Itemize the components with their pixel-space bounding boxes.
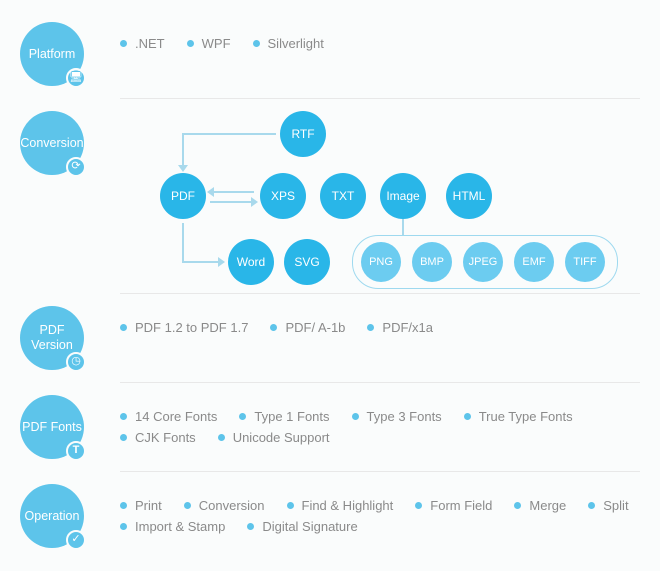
- bullet-icon: [514, 502, 521, 509]
- badge-label: Conversion: [20, 136, 83, 151]
- bullet-icon: [239, 413, 246, 420]
- badge-label: PDF Version: [20, 323, 84, 353]
- node-png: PNG: [361, 242, 401, 282]
- badge-operation: Operation ✓: [20, 484, 84, 548]
- node-image: Image: [380, 173, 426, 219]
- arrow-line: [182, 261, 220, 263]
- fonts-tags: 14 Core Fonts Type 1 Fonts Type 3 Fonts …: [120, 395, 640, 445]
- bullet-icon: [120, 413, 127, 420]
- arrow-head-icon: [178, 165, 188, 172]
- bullet-icon: [270, 324, 277, 331]
- monitor-icon: 🖥: [66, 68, 86, 88]
- badge-label: PDF Fonts: [22, 420, 82, 435]
- node-jpeg: JPEG: [463, 242, 503, 282]
- bullet-icon: [187, 40, 194, 47]
- text-icon: T: [66, 441, 86, 461]
- tag: True Type Fonts: [464, 409, 573, 424]
- node-word: Word: [228, 239, 274, 285]
- operation-tags: Print Conversion Find & Highlight Form F…: [120, 484, 640, 534]
- node-tiff: TIFF: [565, 242, 605, 282]
- conversion-diagram: PDF RTF XPS TXT Image HTML Word SVG PNG …: [120, 111, 640, 281]
- arrow-line: [210, 201, 254, 203]
- badge-label: Platform: [29, 47, 76, 62]
- tag: Unicode Support: [218, 430, 330, 445]
- tag: WPF: [187, 36, 231, 51]
- section-conversion: Conversion ⟳ PDF RTF XPS TXT Image HTML …: [0, 99, 660, 293]
- tag: PDF/ A-1b: [270, 320, 345, 335]
- tag: Print: [120, 498, 162, 513]
- bullet-icon: [120, 324, 127, 331]
- bullet-icon: [588, 502, 595, 509]
- bullet-icon: [247, 523, 254, 530]
- tag: Merge: [514, 498, 566, 513]
- bullet-icon: [287, 502, 294, 509]
- clock-icon: ◷: [66, 352, 86, 372]
- bullet-icon: [218, 434, 225, 441]
- badge-conversion: Conversion ⟳: [20, 111, 84, 175]
- bullet-icon: [120, 40, 127, 47]
- bullet-icon: [415, 502, 422, 509]
- tag: Find & Highlight: [287, 498, 394, 513]
- section-version: PDF Version ◷ PDF 1.2 to PDF 1.7 PDF/ A-…: [0, 294, 660, 382]
- platform-tags: .NET WPF Silverlight: [120, 22, 640, 51]
- arrow-line: [182, 133, 276, 135]
- arrow-line: [182, 223, 184, 261]
- tag: Split: [588, 498, 628, 513]
- tag: Form Field: [415, 498, 492, 513]
- node-svg: SVG: [284, 239, 330, 285]
- bullet-icon: [253, 40, 260, 47]
- node-bmp: BMP: [412, 242, 452, 282]
- bullet-icon: [120, 434, 127, 441]
- arrow-line: [402, 219, 404, 235]
- arrow-head-icon: [251, 197, 258, 207]
- arrow-head-icon: [207, 187, 214, 197]
- bullet-icon: [120, 502, 127, 509]
- node-xps: XPS: [260, 173, 306, 219]
- bullet-icon: [367, 324, 374, 331]
- bullet-icon: [120, 523, 127, 530]
- version-tags: PDF 1.2 to PDF 1.7 PDF/ A-1b PDF/x1a: [120, 306, 640, 335]
- badge-version: PDF Version ◷: [20, 306, 84, 370]
- badge-label: Operation: [25, 509, 80, 524]
- arrow-line: [182, 133, 184, 167]
- badge-fonts: PDF Fonts T: [20, 395, 84, 459]
- tag: Digital Signature: [247, 519, 357, 534]
- bullet-icon: [184, 502, 191, 509]
- tag: PDF 1.2 to PDF 1.7: [120, 320, 248, 335]
- refresh-icon: ⟳: [66, 157, 86, 177]
- section-platform: Platform 🖥 .NET WPF Silverlight: [0, 10, 660, 98]
- tag: PDF/x1a: [367, 320, 433, 335]
- tag: CJK Fonts: [120, 430, 196, 445]
- tag: Silverlight: [253, 36, 324, 51]
- tag: Conversion: [184, 498, 265, 513]
- bullet-icon: [352, 413, 359, 420]
- node-rtf: RTF: [280, 111, 326, 157]
- node-emf: EMF: [514, 242, 554, 282]
- badge-platform: Platform 🖥: [20, 22, 84, 86]
- tag: .NET: [120, 36, 165, 51]
- section-operation: Operation ✓ Print Conversion Find & High…: [0, 472, 660, 560]
- section-fonts: PDF Fonts T 14 Core Fonts Type 1 Fonts T…: [0, 383, 660, 471]
- arrow-line: [210, 191, 254, 193]
- node-txt: TXT: [320, 173, 366, 219]
- node-html: HTML: [446, 173, 492, 219]
- arrow-head-icon: [218, 257, 225, 267]
- tag: 14 Core Fonts: [120, 409, 217, 424]
- tag: Type 3 Fonts: [352, 409, 442, 424]
- check-icon: ✓: [66, 530, 86, 550]
- tag: Type 1 Fonts: [239, 409, 329, 424]
- node-pdf: PDF: [160, 173, 206, 219]
- tag: Import & Stamp: [120, 519, 225, 534]
- bullet-icon: [464, 413, 471, 420]
